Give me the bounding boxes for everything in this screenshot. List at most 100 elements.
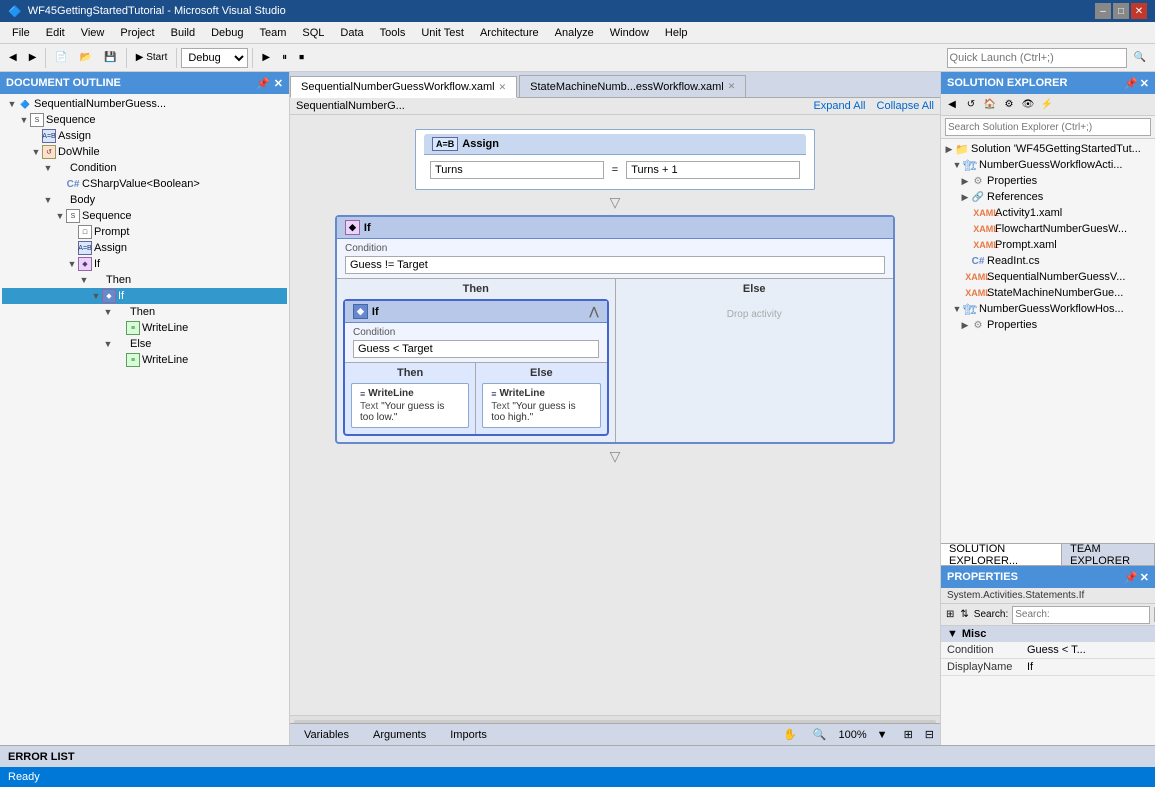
h-scrollbar[interactable] [290, 715, 940, 723]
tree-node-dowhile[interactable]: ▼ ↺ DoWhile [2, 144, 287, 160]
props-pin[interactable]: 📌 [1124, 571, 1138, 584]
se-node-proj2[interactable]: ▼ 🏗 NumberGuessWorkflowHos... [943, 301, 1153, 317]
se-expand-proj1[interactable]: ▼ [951, 160, 963, 170]
expand-icon-root[interactable]: ▼ [6, 98, 18, 110]
doc-outline-close[interactable]: ✕ [274, 77, 283, 90]
menu-team[interactable]: Team [252, 25, 295, 41]
se-expand-proj2[interactable]: ▼ [951, 304, 963, 314]
tree-node-then1[interactable]: ▼ Then [2, 272, 287, 288]
se-back-btn[interactable]: ◀ [943, 96, 961, 114]
tree-node-if-inner[interactable]: ▼ ◆ If [2, 288, 287, 304]
run-button[interactable]: ▶ [257, 47, 275, 69]
if-outer-condition-input[interactable] [345, 256, 885, 274]
menu-unittest[interactable]: Unit Test [413, 25, 472, 41]
expand-all-button[interactable]: Expand All [813, 100, 865, 112]
expand-icon-then2[interactable]: ▼ [102, 306, 114, 318]
se-node-flowchart[interactable]: XAML FlowchartNumberGuesW... [943, 221, 1153, 237]
se-node-props2[interactable]: ▶ ⚙ Properties [943, 317, 1153, 333]
tree-node-if-outer[interactable]: ▼ ◆ If [2, 256, 287, 272]
menu-edit[interactable]: Edit [38, 25, 73, 41]
tab-statemachine[interactable]: StateMachineNumb...essWorkflow.xaml ✕ [519, 75, 746, 97]
tab-arguments[interactable]: Arguments [365, 727, 434, 743]
prop-value-displayname[interactable]: If [1021, 659, 1155, 676]
start-button[interactable]: ▶ Start [131, 47, 173, 69]
tree-node-then2[interactable]: ▼ Then [2, 304, 287, 320]
expand-icon-dowhile[interactable]: ▼ [30, 146, 42, 158]
maximize-button[interactable]: □ [1113, 3, 1129, 19]
zoom-dropdown[interactable]: ▼ [877, 729, 888, 741]
props-search-input[interactable] [1012, 606, 1150, 624]
se-node-proj1[interactable]: ▼ 🏗 NumberGuessWorkflowActi... [943, 157, 1153, 173]
menu-architecture[interactable]: Architecture [472, 25, 547, 41]
save-button[interactable]: 💾 [99, 47, 121, 69]
close-button[interactable]: ✕ [1131, 3, 1147, 19]
collapse-all-button[interactable]: Collapse All [877, 100, 934, 112]
expand-icon-misc[interactable]: ▼ [947, 628, 958, 640]
workflow-breadcrumb[interactable]: SequentialNumberG... [296, 100, 405, 112]
quick-launch[interactable] [947, 48, 1127, 68]
menu-project[interactable]: Project [112, 25, 162, 41]
doc-outline-pin[interactable]: 📌 [256, 77, 270, 90]
se-node-props1[interactable]: ▶ ⚙ Properties [943, 173, 1153, 189]
stop-button[interactable]: ⏹ [294, 47, 309, 69]
new-button[interactable]: 📄 [50, 47, 72, 69]
menu-sql[interactable]: SQL [294, 25, 332, 41]
config-dropdown[interactable]: Debug Release [181, 48, 248, 68]
back-button[interactable]: ◀ [4, 47, 22, 69]
menu-build[interactable]: Build [163, 25, 203, 41]
pan-icon[interactable]: ✋ [783, 728, 797, 741]
open-button[interactable]: 📂 [75, 47, 97, 69]
se-pin[interactable]: 📌 [1124, 77, 1138, 90]
se-node-activity1[interactable]: XAML Activity1.xaml [943, 205, 1153, 221]
zoom-icon[interactable]: 🔍 [813, 728, 827, 741]
se-expand-props2[interactable]: ▶ [959, 320, 971, 331]
expand-icon-body[interactable]: ▼ [42, 194, 54, 206]
se-expand-solution[interactable]: ▶ [943, 144, 955, 155]
expand-icon-cond[interactable]: ▼ [42, 162, 54, 174]
quick-launch-button[interactable]: 🔍 [1129, 47, 1151, 69]
if-inner-condition-input[interactable] [353, 340, 599, 358]
tab-variables[interactable]: Variables [296, 727, 357, 743]
tree-node-assign1[interactable]: A=B Assign [2, 128, 287, 144]
expand-icon-seq1[interactable]: ▼ [18, 114, 30, 126]
se-filter-btn[interactable]: ⚡ [1038, 96, 1056, 114]
props-sort-btn[interactable]: ⇅ [959, 606, 969, 624]
error-list-bar[interactable]: ERROR LIST [0, 745, 1155, 767]
menu-data[interactable]: Data [332, 25, 371, 41]
assign-val-input[interactable] [626, 161, 800, 179]
props-close[interactable]: ✕ [1140, 571, 1149, 584]
se-search-input[interactable] [945, 118, 1151, 136]
tree-node-root[interactable]: ▼ 🔷 SequentialNumberGuess... [2, 96, 287, 112]
expand-icon-seq2[interactable]: ▼ [54, 210, 66, 222]
se-expand-props1[interactable]: ▶ [959, 176, 971, 187]
drop-zone-else[interactable]: Drop activity [620, 299, 890, 329]
tab-sequential[interactable]: SequentialNumberGuessWorkflow.xaml ✕ [290, 76, 517, 98]
tree-node-writeline1[interactable]: ≡ WriteLine [2, 320, 287, 336]
tree-node-assign2[interactable]: A=B Assign [2, 240, 287, 256]
menu-file[interactable]: File [4, 25, 38, 41]
fit-width-icon[interactable]: ⊟ [925, 728, 934, 741]
tree-node-prompt[interactable]: □ Prompt [2, 224, 287, 240]
tab-statemachine-close[interactable]: ✕ [728, 81, 736, 92]
menu-window[interactable]: Window [602, 25, 657, 41]
prop-value-condition[interactable]: Guess < T... [1021, 642, 1155, 659]
menu-view[interactable]: View [73, 25, 113, 41]
se-close[interactable]: ✕ [1140, 77, 1149, 90]
se-node-prompt[interactable]: XAML Prompt.xaml [943, 237, 1153, 253]
tree-node-condition[interactable]: ▼ Condition [2, 160, 287, 176]
expand-icon-then1[interactable]: ▼ [78, 274, 90, 286]
menu-tools[interactable]: Tools [372, 25, 414, 41]
se-home-btn[interactable]: 🏠 [981, 96, 999, 114]
props-grid-btn[interactable]: ⊞ [945, 606, 955, 624]
expand-icon-else1[interactable]: ▼ [102, 338, 114, 350]
se-tab-solution[interactable]: SOLUTION EXPLORER... [941, 544, 1062, 565]
assign-var-input[interactable] [430, 161, 604, 179]
tree-node-sequence1[interactable]: ▼ S Sequence [2, 112, 287, 128]
tree-node-csvalue[interactable]: C# CSharpValue<Boolean> [2, 176, 287, 192]
se-node-sequential[interactable]: XAML SequentialNumberGuessV... [943, 269, 1153, 285]
se-prop-btn[interactable]: ⚙ [1000, 96, 1018, 114]
tree-node-else1[interactable]: ▼ Else [2, 336, 287, 352]
menu-help[interactable]: Help [657, 25, 696, 41]
menu-debug[interactable]: Debug [203, 25, 251, 41]
menu-analyze[interactable]: Analyze [547, 25, 602, 41]
